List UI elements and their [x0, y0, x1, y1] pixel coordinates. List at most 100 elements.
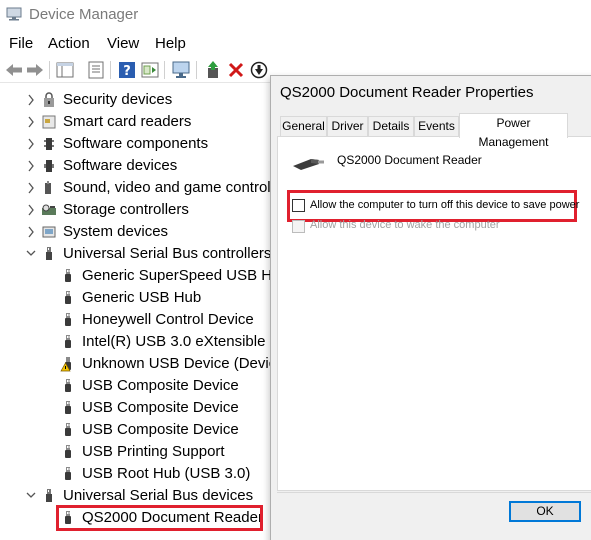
tree-category-item[interactable]: Universal Serial Bus controllers: [0, 243, 278, 265]
svg-text:?: ?: [123, 64, 131, 79]
menu-action[interactable]: Action: [48, 35, 90, 52]
tree-item-label: Honeywell Control Device: [82, 311, 254, 328]
usb-plug-icon: [60, 268, 76, 284]
tab-general[interactable]: General: [280, 116, 327, 137]
chevron-right-icon[interactable]: [26, 177, 36, 199]
tree-item-label: USB Root Hub (USB 3.0): [82, 465, 251, 482]
tree-category-item[interactable]: Storage controllers: [0, 199, 278, 221]
tree-item-label: Unknown USB Device (Devic: [82, 355, 277, 372]
show-hide-console-tree-icon[interactable]: [54, 59, 76, 81]
properties-icon[interactable]: [85, 59, 107, 81]
toolbar-separator: [110, 61, 111, 79]
tree-child-item[interactable]: USB Composite Device: [0, 419, 278, 441]
ok-button[interactable]: OK: [509, 501, 581, 522]
action-pane-icon[interactable]: [139, 59, 161, 81]
menu-help[interactable]: Help: [155, 35, 186, 52]
tree-category-item[interactable]: Universal Serial Bus devices: [0, 485, 278, 507]
menu-file[interactable]: File: [9, 35, 33, 52]
chevron-right-icon[interactable]: [26, 111, 36, 133]
tree-category-item[interactable]: Software components: [0, 133, 278, 155]
tree-child-item[interactable]: Unknown USB Device (Devic: [0, 353, 278, 375]
usb-plug-icon: [60, 422, 76, 438]
tree-item-label: USB Composite Device: [82, 421, 239, 438]
tree-child-item[interactable]: USB Printing Support: [0, 441, 278, 463]
allow-turn-off-checkbox[interactable]: [292, 199, 305, 212]
chevron-right-icon[interactable]: [26, 199, 36, 221]
window-title: Device Manager: [29, 6, 139, 23]
tree-child-item[interactable]: USB Root Hub (USB 3.0): [0, 463, 278, 485]
tree-child-item[interactable]: USB Composite Device: [0, 375, 278, 397]
chevron-right-icon[interactable]: [26, 89, 36, 111]
software-device-icon: [41, 158, 57, 174]
chevron-right-icon[interactable]: [26, 133, 36, 155]
allow-turn-off-label[interactable]: Allow the computer to turn off this devi…: [310, 199, 579, 211]
tree-item-label: USB Composite Device: [82, 399, 239, 416]
tree-child-item[interactable]: Generic USB Hub: [0, 287, 278, 309]
disable-device-icon[interactable]: [248, 59, 270, 81]
tree-item-label: System devices: [63, 223, 169, 240]
tree-category-item[interactable]: Sound, video and game control: [0, 177, 278, 199]
forward-arrow-icon[interactable]: [24, 59, 46, 81]
tree-item-label: Generic SuperSpeed USB Hu: [82, 267, 278, 284]
allow-wake-label: Allow this device to wake the computer: [310, 219, 500, 231]
help-icon[interactable]: ?: [116, 59, 138, 81]
tree-item-label: USB Printing Support: [82, 443, 225, 460]
highlight-box-qs2000: [56, 505, 263, 531]
tree-item-label: Smart card readers: [63, 113, 192, 130]
tree-category-item[interactable]: System devices: [0, 221, 278, 243]
tab-driver[interactable]: Driver: [327, 116, 368, 137]
tree-item-label: Sound, video and game control: [63, 179, 271, 196]
tree-category-item[interactable]: Software devices: [0, 155, 278, 177]
tree-item-label: Generic USB Hub: [82, 289, 202, 306]
usb-plug-icon: [60, 378, 76, 394]
tree-child-item[interactable]: Intel(R) USB 3.0 eXtensible H: [0, 331, 278, 353]
smart-card-icon: [41, 114, 57, 130]
menu-bar: File Action View Help: [0, 31, 591, 55]
menu-view[interactable]: View: [107, 35, 139, 52]
tree-category-item[interactable]: Smart card readers: [0, 111, 278, 133]
chevron-right-icon[interactable]: [26, 155, 36, 177]
tree-child-item[interactable]: USB Composite Device: [0, 397, 278, 419]
device-tree[interactable]: Security devices Smart card readers Softwa…: [0, 84, 278, 540]
chevron-down-icon[interactable]: [26, 485, 36, 507]
toolbar-separator: [164, 61, 165, 79]
usb-plug-icon: [60, 334, 76, 350]
tab-details[interactable]: Details: [368, 116, 414, 137]
tree-item-label: Security devices: [63, 91, 173, 108]
dialog-title: QS2000 Document Reader Properties: [280, 84, 534, 101]
chevron-down-icon[interactable]: [26, 243, 36, 265]
tree-item-label: Storage controllers: [63, 201, 189, 218]
device-manager-icon: [6, 7, 22, 21]
toolbar-separator: [49, 61, 50, 79]
tree-item-label: Intel(R) USB 3.0 eXtensible H: [82, 333, 278, 350]
usb-plug-icon: [60, 400, 76, 416]
title-bar: Device Manager: [0, 0, 591, 31]
monitor-icon[interactable]: [170, 59, 192, 81]
chevron-right-icon[interactable]: [26, 221, 36, 243]
properties-dialog: QS2000 Document Reader Properties Genera…: [270, 75, 591, 540]
usb-plug-icon: [60, 312, 76, 328]
usb-icon: [41, 246, 57, 262]
toolbar-separator: [196, 61, 197, 79]
usb-plug-icon: [60, 444, 76, 460]
tree-item-label: Software components: [63, 135, 209, 152]
tab-power-management[interactable]: Power Management: [459, 113, 568, 149]
system-device-icon: [41, 224, 57, 240]
tree-child-item[interactable]: Generic SuperSpeed USB Hu: [0, 265, 278, 287]
warning-usb-icon: [60, 356, 76, 372]
tab-events[interactable]: Events: [414, 116, 459, 137]
tree-item-label: Software devices: [63, 157, 178, 174]
storage-controller-icon: [41, 202, 57, 218]
uninstall-icon[interactable]: [225, 59, 247, 81]
back-arrow-icon[interactable]: [3, 59, 25, 81]
allow-wake-checkbox: [292, 220, 305, 233]
usb-device-icon: [293, 159, 324, 170]
tree-category-item[interactable]: Security devices: [0, 89, 278, 111]
dialog-divider: [277, 492, 591, 493]
software-component-icon: [41, 136, 57, 152]
security-device-icon: [41, 92, 57, 108]
update-driver-icon[interactable]: [202, 59, 224, 81]
tree-child-item[interactable]: Honeywell Control Device: [0, 309, 278, 331]
usb-icon: [41, 488, 57, 504]
tree-item-label: USB Composite Device: [82, 377, 239, 394]
